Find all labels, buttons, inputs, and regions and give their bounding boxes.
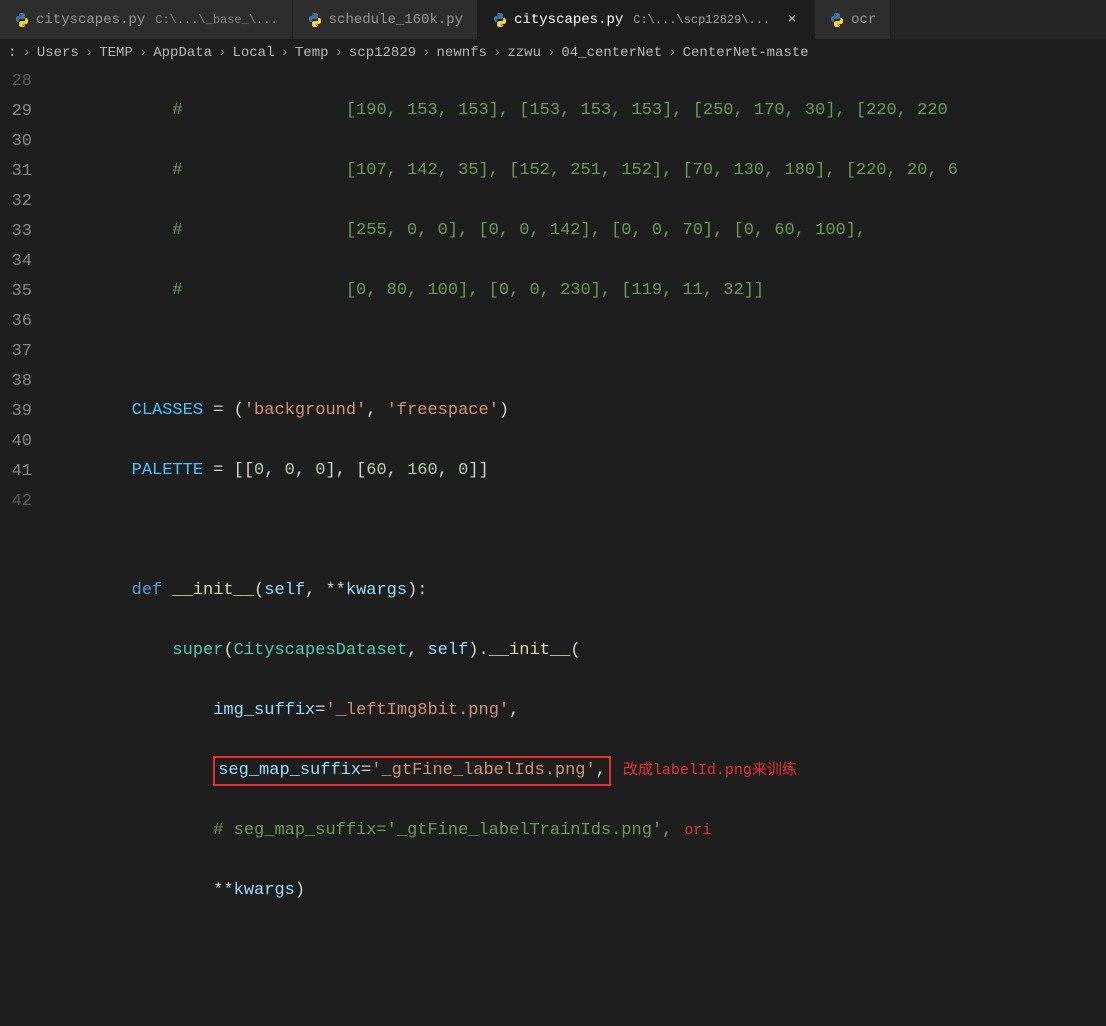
tab-label: cityscapes.py xyxy=(514,12,623,28)
code-line[interactable]: # [107, 142, 35], [152, 251, 152], [70, … xyxy=(50,156,1106,186)
line-number: 39 xyxy=(0,396,32,426)
code-line[interactable]: # seg_map_suffix='_gtFine_labelTrainIds.… xyxy=(50,816,1106,846)
crumb[interactable]: scp12829 xyxy=(347,45,418,61)
crumb[interactable]: : xyxy=(6,45,18,61)
breadcrumb[interactable]: : › Users › TEMP › AppData › Local › Tem… xyxy=(0,40,1106,66)
comment: # seg_map_suffix='_gtFine_labelTrainIds.… xyxy=(213,816,672,846)
close-icon[interactable]: × xyxy=(784,12,800,28)
tab-schedule[interactable]: schedule_160k.py xyxy=(293,0,478,39)
crumb[interactable]: newnfs xyxy=(435,45,489,61)
line-number: 29 xyxy=(0,96,32,126)
code-line[interactable]: PALETTE = [[0, 0, 0], [60, 160, 0]] xyxy=(50,456,1106,486)
chevron-right-icon: › xyxy=(81,45,97,61)
chevron-right-icon: › xyxy=(489,45,505,61)
tab-ocr[interactable]: ocr xyxy=(815,0,891,39)
code-line[interactable]: def __init__(self, **kwargs): xyxy=(50,576,1106,606)
python-icon xyxy=(14,12,30,28)
line-number: 34 xyxy=(0,246,32,276)
code-line[interactable]: super(CityscapesDataset, self).__init__( xyxy=(50,636,1106,666)
tab-label: schedule_160k.py xyxy=(329,12,463,28)
tab-bar: cityscapes.py C:\...\_base_\... schedule… xyxy=(0,0,1106,40)
chevron-right-icon: › xyxy=(331,45,347,61)
tab-label: cityscapes.py xyxy=(36,12,145,28)
tab-cityscapes-base[interactable]: cityscapes.py C:\...\_base_\... xyxy=(0,0,293,39)
crumb[interactable]: 04_centerNet xyxy=(559,45,664,61)
keyword: def xyxy=(50,576,172,606)
string: 'background' xyxy=(244,396,366,426)
annotation: 改成labelId.png来训练 xyxy=(623,756,797,786)
code-line[interactable]: # [190, 153, 153], [153, 153, 153], [250… xyxy=(50,96,1106,126)
chevron-right-icon: › xyxy=(664,45,680,61)
comment: # [190, 153, 153], [153, 153, 153], [250… xyxy=(50,96,948,126)
param: img_suffix xyxy=(213,696,315,726)
chevron-right-icon: › xyxy=(214,45,230,61)
code-editor[interactable]: 28 29 30 31 32 33 34 35 36 37 38 39 40 4… xyxy=(0,66,1106,1026)
crumb[interactable]: Local xyxy=(230,45,276,61)
python-icon xyxy=(829,12,845,28)
code-line[interactable]: CLASSES = ('background', 'freespace') xyxy=(50,396,1106,426)
code-line[interactable]: seg_map_suffix='_gtFine_labelIds.png', 改成… xyxy=(50,756,1106,786)
class-name: CityscapesDataset xyxy=(234,636,407,666)
python-icon xyxy=(307,12,323,28)
crumb[interactable]: CenterNet-maste xyxy=(681,45,811,61)
line-number: 28 xyxy=(0,66,32,96)
code-line[interactable] xyxy=(50,516,1106,546)
line-number: 35 xyxy=(0,276,32,306)
comment: # [0, 80, 100], [0, 0, 230], [119, 11, 3… xyxy=(50,276,764,306)
code-line[interactable]: # [255, 0, 0], [0, 0, 142], [0, 0, 70], … xyxy=(50,216,1106,246)
line-number: 31 xyxy=(0,156,32,186)
crumb[interactable]: Temp xyxy=(293,45,331,61)
line-number: 41 xyxy=(0,456,32,486)
code-line[interactable]: # [0, 80, 100], [0, 0, 230], [119, 11, 3… xyxy=(50,276,1106,306)
tab-cityscapes-scp[interactable]: cityscapes.py C:\...\scp12829\... × xyxy=(478,0,815,39)
crumb[interactable]: Users xyxy=(35,45,81,61)
chevron-right-icon: › xyxy=(276,45,292,61)
comment: # [255, 0, 0], [0, 0, 142], [0, 0, 70], … xyxy=(50,216,866,246)
code-line[interactable]: img_suffix='_leftImg8bit.png', xyxy=(50,696,1106,726)
string: '_leftImg8bit.png' xyxy=(325,696,509,726)
line-number: 40 xyxy=(0,426,32,456)
line-number: 33 xyxy=(0,216,32,246)
tab-path: C:\...\_base_\... xyxy=(155,13,277,27)
crumb[interactable]: zzwu xyxy=(505,45,543,61)
line-number: 38 xyxy=(0,366,32,396)
line-number: 37 xyxy=(0,336,32,366)
crumb[interactable]: TEMP xyxy=(97,45,135,61)
chevron-right-icon: › xyxy=(543,45,559,61)
line-number: 32 xyxy=(0,186,32,216)
variable: CLASSES xyxy=(50,396,203,426)
variable: PALETTE xyxy=(50,456,203,486)
chevron-right-icon: › xyxy=(135,45,151,61)
line-number: 36 xyxy=(0,306,32,336)
param: seg_map_suffix xyxy=(218,761,361,780)
crumb[interactable]: AppData xyxy=(151,45,214,61)
code-area[interactable]: # [190, 153, 153], [153, 153, 153], [250… xyxy=(50,66,1106,1026)
tab-path: C:\...\scp12829\... xyxy=(633,13,770,27)
chevron-right-icon: › xyxy=(18,45,34,61)
python-icon xyxy=(492,12,508,28)
function-name: __init__ xyxy=(172,576,254,606)
line-number: 30 xyxy=(0,126,32,156)
tab-label: ocr xyxy=(851,12,876,28)
highlight-box: seg_map_suffix='_gtFine_labelIds.png', xyxy=(213,756,611,786)
string: '_gtFine_labelIds.png' xyxy=(371,761,595,780)
chevron-right-icon: › xyxy=(418,45,434,61)
line-number-gutter: 28 29 30 31 32 33 34 35 36 37 38 39 40 4… xyxy=(0,66,50,1026)
builtin: super xyxy=(172,636,223,666)
string: 'freespace' xyxy=(387,396,499,426)
code-line[interactable]: **kwargs) xyxy=(50,876,1106,906)
annotation: ori xyxy=(684,816,711,846)
code-line[interactable] xyxy=(50,336,1106,366)
line-number: 42 xyxy=(0,486,32,516)
code-line[interactable] xyxy=(50,936,1106,966)
comment: # [107, 142, 35], [152, 251, 152], [70, … xyxy=(50,156,958,186)
